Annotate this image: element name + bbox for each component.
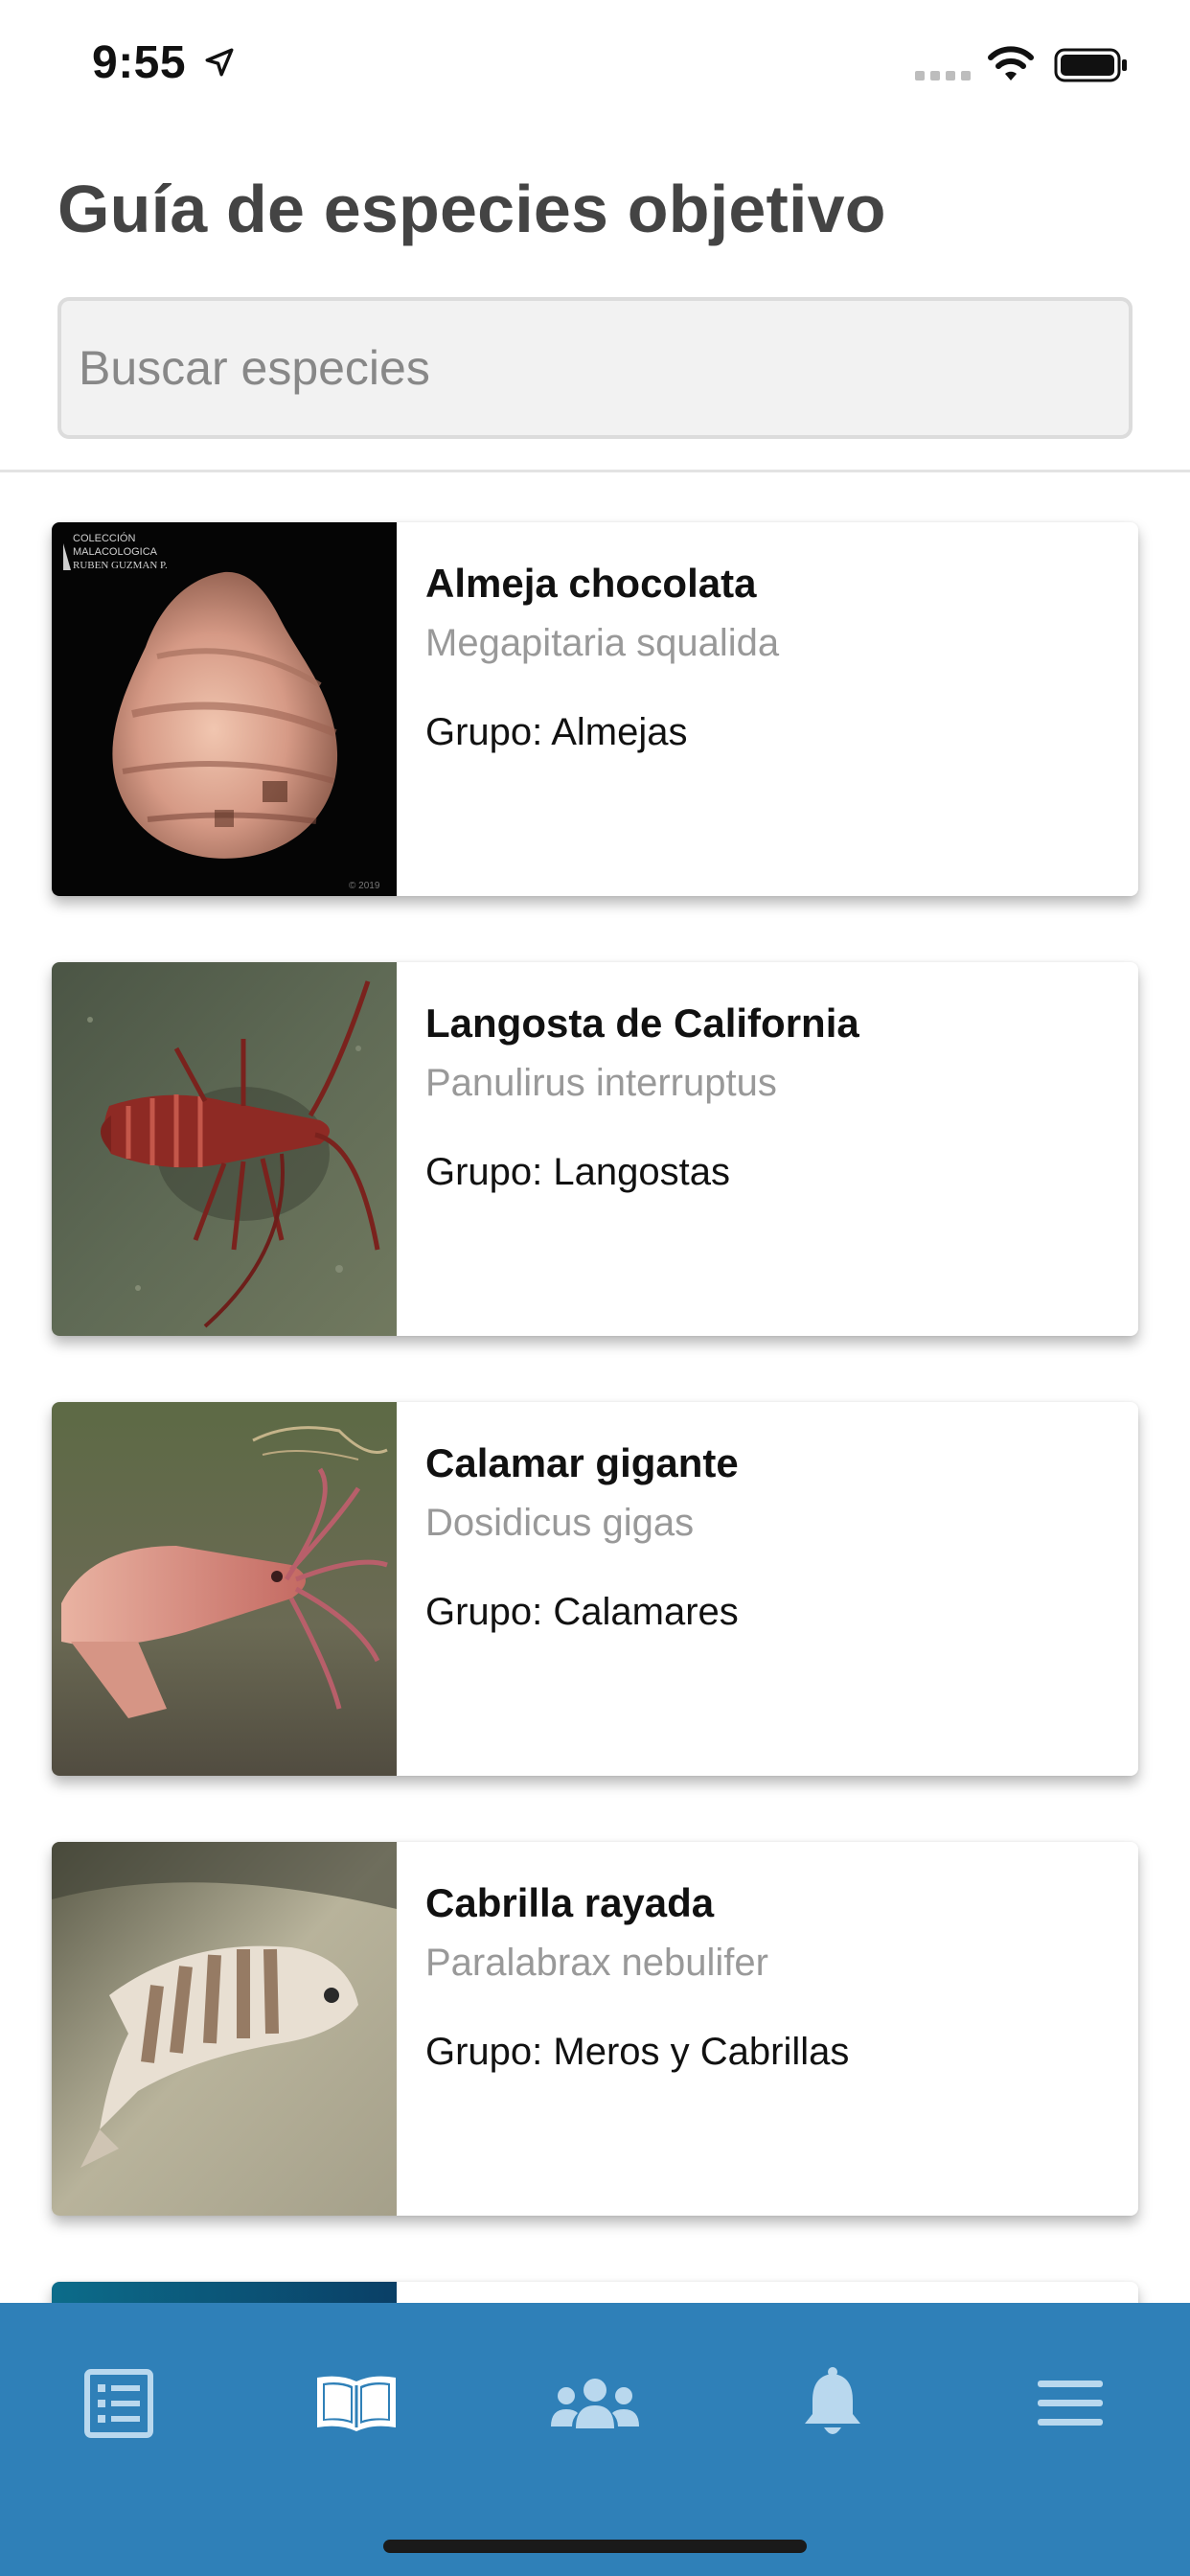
species-card[interactable]: Langosta de California Panulirus interru… bbox=[52, 962, 1138, 1336]
species-info: Langosta de California Panulirus interru… bbox=[425, 1000, 1119, 1194]
species-image-squid bbox=[52, 1402, 397, 1776]
species-group: Grupo: Meros y Cabrillas bbox=[425, 2031, 850, 2073]
species-common-name: Langosta de California bbox=[425, 1000, 859, 1046]
search-input[interactable] bbox=[57, 297, 1133, 439]
home-indicator[interactable] bbox=[383, 2540, 807, 2553]
species-scientific-name: Megapitaria squalida bbox=[425, 622, 780, 664]
list-icon bbox=[84, 2369, 153, 2438]
image-caption-line2: MALACOLOGICA bbox=[73, 546, 158, 558]
nav-notifications-button[interactable] bbox=[775, 2351, 890, 2456]
image-caption-line1: COLECCIÓN bbox=[73, 532, 135, 544]
species-info: Calamar gigante Dosidicus gigas Grupo: C… bbox=[425, 1440, 1119, 1634]
image-caption-line3: RUBEN GUZMAN P. bbox=[73, 560, 168, 571]
bottom-nav bbox=[0, 2303, 1190, 2576]
species-common-name: Cabrilla rayada bbox=[425, 1880, 715, 1925]
species-common-name: Almeja chocolata bbox=[425, 561, 757, 606]
nav-species-guide-button[interactable] bbox=[299, 2351, 414, 2456]
species-image-bass bbox=[52, 1842, 397, 2216]
species-image-lobster bbox=[52, 962, 397, 1336]
battery-icon bbox=[1054, 48, 1127, 82]
nav-list-button[interactable] bbox=[61, 2351, 176, 2456]
species-card[interactable]: Cabrilla rayada Paralabrax nebulifer Gru… bbox=[52, 1842, 1138, 2216]
users-icon bbox=[551, 2379, 639, 2428]
species-group: Grupo: Calamares bbox=[425, 1591, 739, 1633]
location-arrow-icon bbox=[205, 48, 234, 77]
species-image bbox=[52, 2282, 397, 2303]
page-title: Guía de especies objetivo bbox=[57, 172, 886, 246]
species-group: Grupo: Almejas bbox=[425, 711, 688, 753]
species-list[interactable]: COLECCIÓN MALACOLOGICA RUBEN GUZMAN P. ©… bbox=[0, 472, 1190, 2303]
species-group: Grupo: Langostas bbox=[425, 1151, 730, 1193]
image-year: © 2019 bbox=[349, 881, 380, 891]
species-card[interactable] bbox=[52, 2282, 1138, 2303]
status-time: 9:55 bbox=[92, 37, 187, 88]
species-image-clam: COLECCIÓN MALACOLOGICA RUBEN GUZMAN P. ©… bbox=[52, 522, 397, 896]
nav-community-button[interactable] bbox=[538, 2351, 652, 2456]
species-scientific-name: Paralabrax nebulifer bbox=[425, 1942, 768, 1984]
species-card[interactable]: COLECCIÓN MALACOLOGICA RUBEN GUZMAN P. ©… bbox=[52, 522, 1138, 896]
wifi-icon bbox=[988, 46, 1034, 80]
nav-menu-button[interactable] bbox=[1013, 2351, 1128, 2456]
menu-icon bbox=[1038, 2380, 1103, 2426]
species-scientific-name: Dosidicus gigas bbox=[425, 1502, 695, 1544]
species-info: Cabrilla rayada Paralabrax nebulifer Gru… bbox=[425, 1880, 1119, 2074]
bell-icon bbox=[805, 2367, 860, 2434]
book-open-icon bbox=[317, 2376, 396, 2431]
cellular-signal-icon bbox=[915, 71, 971, 80]
species-scientific-name: Panulirus interruptus bbox=[425, 1062, 777, 1104]
species-common-name: Calamar gigante bbox=[425, 1440, 739, 1485]
species-info: Almeja chocolata Megapitaria squalida Gr… bbox=[425, 561, 1119, 754]
species-card[interactable]: Calamar gigante Dosidicus gigas Grupo: C… bbox=[52, 1402, 1138, 1776]
status-bar: 9:55 bbox=[0, 0, 1190, 134]
